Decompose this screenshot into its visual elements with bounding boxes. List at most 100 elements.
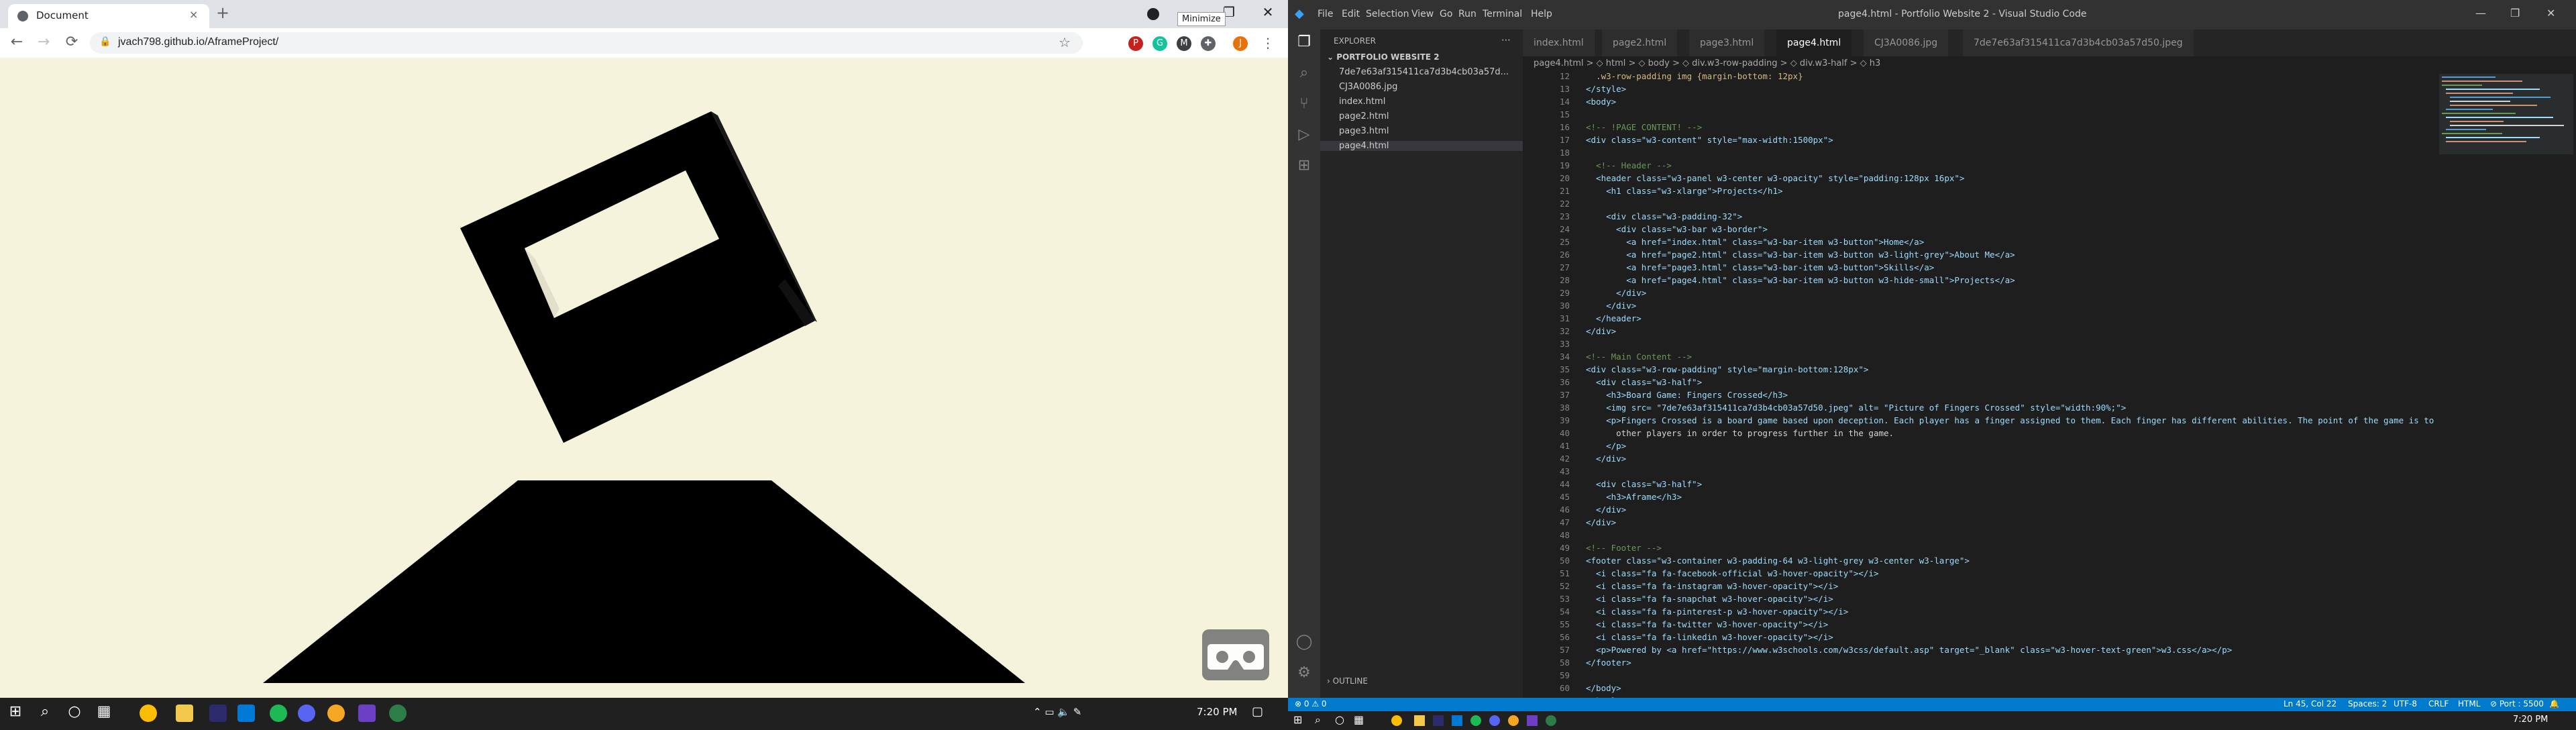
minimize-button[interactable]: — — [2475, 7, 2486, 19]
new-tab-button[interactable]: + — [216, 3, 229, 22]
menu-kebab-icon[interactable]: ⋮ — [1261, 35, 1275, 51]
taskbar-clock[interactable]: 7:20 PM — [1197, 706, 1237, 718]
breadcrumb[interactable]: page4.html > ◇ html > ◇ body > ◇ div.w3-… — [1523, 56, 2576, 71]
explorer-file-item[interactable]: index.html — [1339, 97, 1385, 107]
search-icon[interactable]: ⌕ — [35, 703, 55, 720]
cursor-position[interactable]: Ln 45, Col 22 — [2284, 699, 2337, 709]
address-bar[interactable]: 🔒 jvach798.github.io/AframeProject/ ☆ — [90, 32, 1083, 54]
url-text[interactable]: jvach798.github.io/AframeProject/ — [118, 36, 278, 48]
file-explorer-icon[interactable] — [1414, 715, 1425, 726]
code-editor[interactable]: 12 .w3-row-padding img {margin-bottom: 1… — [1523, 71, 2489, 698]
tab-close-icon[interactable]: × — [189, 8, 198, 21]
tab-search-icon[interactable] — [1147, 8, 1159, 20]
breadcrumb-path[interactable]: page4.html > ◇ html > ◇ body > ◇ div.w3-… — [1534, 58, 1880, 68]
app-icon[interactable] — [389, 705, 407, 722]
code-line[interactable]: <div class="w3-bar w3-border"> — [1586, 224, 1768, 234]
more-actions-icon[interactable]: ⋯ — [1501, 35, 1511, 46]
aframe-scene[interactable] — [0, 58, 1288, 698]
settings-gear-icon[interactable]: ⚙ — [1295, 664, 1313, 683]
code-line[interactable]: <h3>Board Game: Fingers Crossed</h3> — [1586, 390, 1788, 400]
menu-file[interactable]: File — [1318, 9, 1333, 19]
vscode-taskbar-icon[interactable] — [1452, 715, 1462, 726]
explorer-files-icon[interactable]: ❐ — [1295, 34, 1313, 52]
twitch-icon[interactable] — [358, 705, 376, 722]
menu-go[interactable]: Go — [1440, 9, 1452, 19]
code-line[interactable]: </div> — [1586, 454, 1626, 464]
grammarly-extension-icon[interactable]: G — [1152, 36, 1167, 51]
reload-button[interactable]: ⟳ — [62, 34, 82, 50]
code-line[interactable]: </div> — [1586, 288, 1646, 298]
account-icon[interactable]: ◯ — [1295, 633, 1313, 652]
run-debug-icon[interactable]: ▷ — [1295, 126, 1313, 145]
spotify-icon[interactable] — [270, 705, 287, 722]
restore-button[interactable]: ❐ — [2510, 7, 2520, 19]
code-line[interactable]: <!-- Footer --> — [1586, 543, 1662, 553]
code-line[interactable]: <header class="w3-panel w3-center w3-opa… — [1586, 173, 1964, 183]
extensions-icon[interactable]: ⊞ — [1295, 157, 1313, 176]
search-icon[interactable]: ⌕ — [1315, 713, 1321, 727]
outline-section[interactable]: › OUTLINE — [1327, 676, 1368, 686]
code-line[interactable]: <a href="index.html" class="w3-bar-item … — [1586, 237, 1924, 247]
extension-icon[interactable]: M — [1177, 36, 1191, 51]
file-explorer-icon[interactable] — [176, 705, 193, 722]
code-line[interactable]: </header> — [1586, 313, 1642, 323]
windows-start-icon[interactable]: ⊞ — [5, 703, 25, 720]
code-line[interactable]: </div> — [1586, 326, 1616, 336]
back-button[interactable]: ← — [7, 34, 27, 50]
lock-icon[interactable]: 🔒 — [99, 36, 111, 47]
code-line[interactable]: <h3>Aframe</h3> — [1586, 492, 1682, 502]
editor-tab[interactable]: page3.html — [1689, 30, 1766, 56]
explorer-file-item[interactable]: page3.html — [1339, 126, 1389, 136]
discord-icon[interactable] — [298, 705, 315, 722]
minimap[interactable] — [2434, 71, 2576, 698]
cortana-icon[interactable]: ○ — [1335, 713, 1344, 726]
editor-tab[interactable]: page2.html — [1602, 30, 1678, 56]
app-taskbar-icon[interactable] — [209, 705, 227, 722]
explorer-file-item[interactable]: CJ3A0086.jpg — [1339, 82, 1397, 92]
code-line[interactable]: </p> — [1586, 441, 1626, 451]
code-line[interactable]: .w3-row-padding img {margin-bottom: 12px… — [1586, 71, 1803, 81]
code-line[interactable]: </style> — [1586, 84, 1626, 94]
code-line[interactable]: </footer> — [1586, 658, 1631, 668]
code-line[interactable]: <i class="fa fa-snapchat w3-hover-opacit… — [1586, 594, 1833, 604]
vscode-taskbar-icon[interactable] — [237, 705, 255, 722]
line-ending[interactable]: CRLF — [2428, 699, 2449, 709]
puzzle-extensions-icon[interactable]: ✚ — [1201, 36, 1216, 51]
menu-edit[interactable]: Edit — [1342, 9, 1360, 19]
profile-avatar[interactable]: J — [1233, 36, 1248, 51]
editor-tab[interactable]: 7de7e63af315411ca7d3b4cb03a57d50.jpeg — [1963, 30, 2194, 56]
code-line[interactable]: <!-- Header --> — [1586, 160, 1672, 170]
language-mode[interactable]: HTML — [2458, 699, 2480, 709]
bookmark-star-icon[interactable]: ☆ — [1059, 34, 1071, 50]
pocket-extension-icon[interactable]: P — [1128, 36, 1143, 51]
code-line[interactable]: <img src= "7de7e63af315411ca7d3b4cb03a57… — [1586, 403, 2126, 413]
live-server-port[interactable]: ⊘ Port : 5500 — [2490, 699, 2544, 709]
chrome-taskbar-icon[interactable] — [1391, 715, 1402, 726]
twitch-icon[interactable] — [1527, 715, 1538, 726]
menu-help[interactable]: Help — [1531, 9, 1552, 19]
code-line[interactable]: other players in order to progress furth… — [1586, 428, 1894, 438]
code-line[interactable]: <a href="page4.html" class="w3-bar-item … — [1586, 275, 2015, 285]
code-line[interactable]: <i class="fa fa-facebook-official w3-hov… — [1586, 568, 1878, 578]
menu-run[interactable]: Run — [1458, 9, 1477, 19]
menu-view[interactable]: View — [1411, 9, 1434, 19]
explorer-file-item[interactable]: page2.html — [1339, 111, 1389, 121]
code-line[interactable]: </div> — [1586, 301, 1636, 311]
code-line[interactable]: <i class="fa fa-twitter w3-hover-opacity… — [1586, 619, 1828, 629]
editor-tab[interactable]: page4.html — [1776, 30, 1853, 56]
notifications-bell-icon[interactable]: 🔔 — [2549, 699, 2559, 709]
source-control-icon[interactable]: ⑂ — [1295, 95, 1313, 114]
vr-headset-button[interactable] — [1202, 629, 1269, 680]
forward-button[interactable]: → — [34, 34, 54, 50]
search-icon[interactable]: ⌕ — [1295, 64, 1313, 83]
discord-icon[interactable] — [1489, 715, 1500, 726]
cortana-icon[interactable]: ○ — [64, 703, 85, 720]
code-line[interactable]: </div> — [1586, 505, 1626, 515]
code-line[interactable]: <p>Powered by <a href="https://www.w3sch… — [1586, 645, 2232, 655]
code-line[interactable]: </body> — [1586, 683, 1621, 693]
encoding[interactable]: UTF-8 — [2394, 699, 2417, 709]
code-line[interactable]: <h1 class="w3-xlarge">Projects</h1> — [1586, 186, 1782, 196]
code-line[interactable]: <a href="page3.html" class="w3-bar-item … — [1586, 262, 1934, 272]
explorer-file-item[interactable]: page4.html — [1320, 141, 1523, 151]
task-view-icon[interactable]: ▦ — [94, 703, 114, 720]
